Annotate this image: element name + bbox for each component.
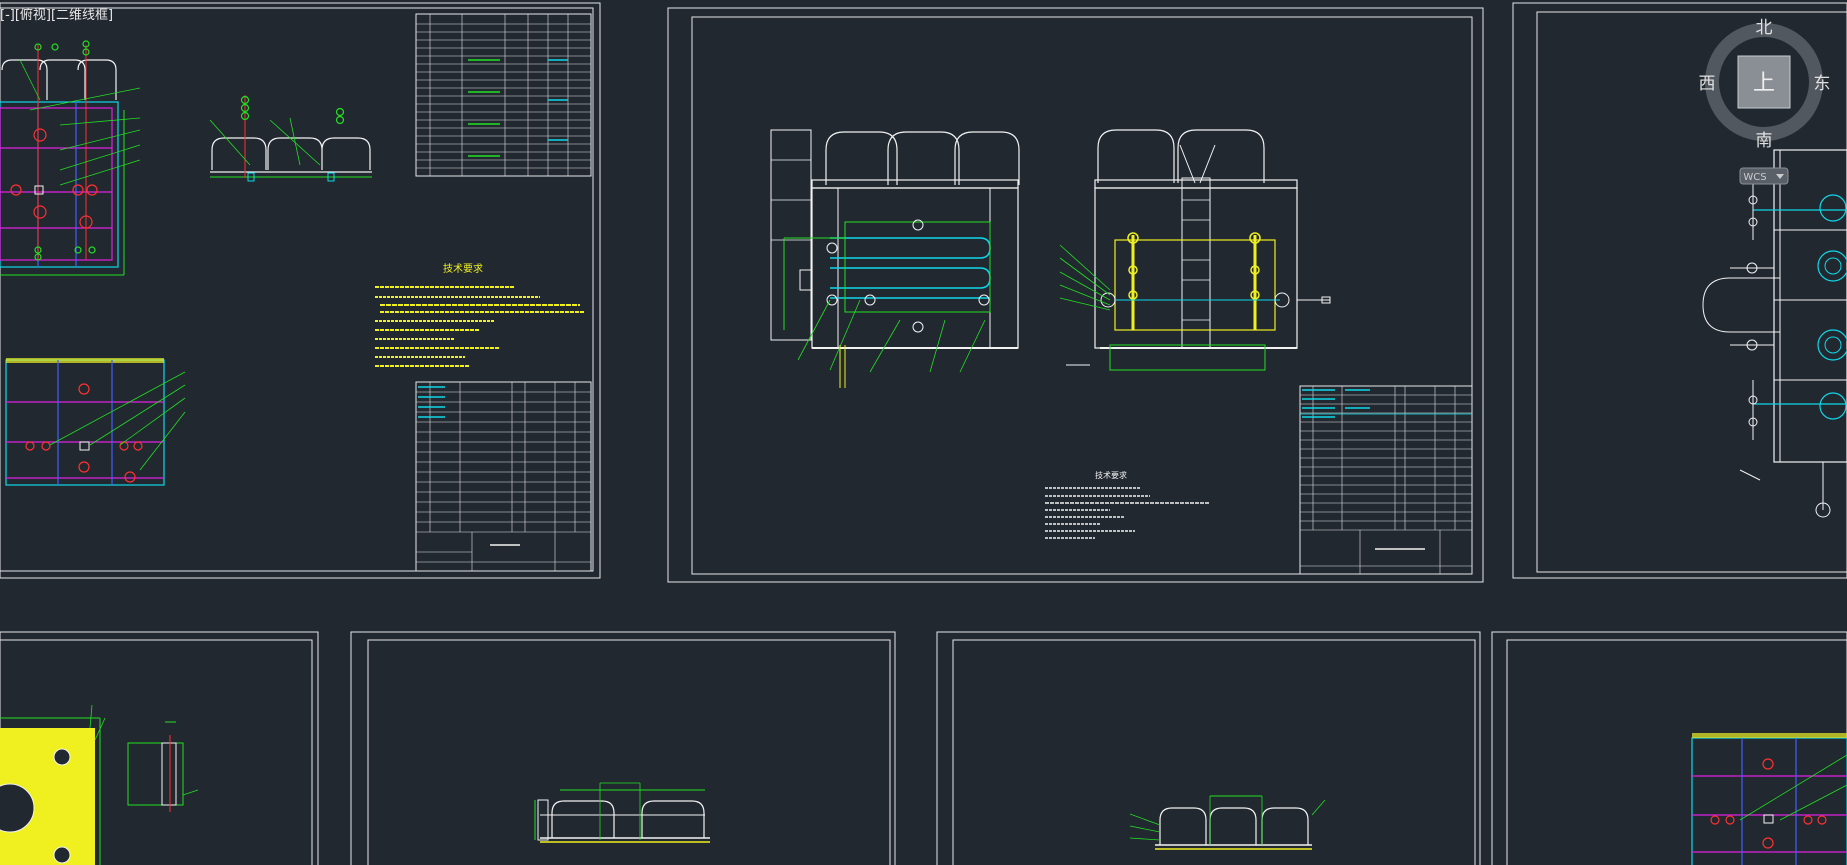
wcs-menu[interactable]: WCS xyxy=(1739,167,1789,185)
model-space: 技术要求 技术要求 xyxy=(0,2,1847,865)
drawing-canvas[interactable]: 技术要求 技术要求 上 北 南 东 西 WCS xyxy=(0,0,1847,865)
technical-requirements-1: 技术要求 xyxy=(375,262,585,367)
viewcube-north-label[interactable]: 北 xyxy=(1756,18,1773,38)
skid-side-view-2 xyxy=(1059,129,1331,371)
skid-top-view xyxy=(5,358,186,486)
drawing-sheet-2: 技术要求 xyxy=(667,7,1484,583)
drawing-sheet-4 xyxy=(0,631,319,865)
drawing-sheet-1: 技术要求 xyxy=(0,2,601,579)
viewcube-east-label[interactable]: 东 xyxy=(1814,74,1831,94)
parts-table-1 xyxy=(415,13,592,177)
tech-req-title-1: 技术要求 xyxy=(443,262,483,275)
viewcube[interactable]: 上 北 南 东 西 WCS xyxy=(1699,18,1831,185)
tech-req-title-2: 技术要求 xyxy=(1095,470,1127,480)
skid-side-view xyxy=(209,95,372,182)
title-block-2 xyxy=(1299,385,1473,575)
wcs-menu-label[interactable]: WCS xyxy=(1743,172,1766,183)
viewcube-west-label[interactable]: 西 xyxy=(1699,74,1716,94)
skid-front-view-2 xyxy=(770,129,1020,388)
title-block-1 xyxy=(415,381,592,572)
drawing-sheet-6 xyxy=(936,631,1481,865)
viewcube-south-label[interactable]: 南 xyxy=(1756,131,1773,151)
drawing-sheet-5 xyxy=(350,631,896,865)
skid-front-view xyxy=(0,40,141,276)
drawing-sheet-7 xyxy=(1491,631,1847,865)
viewport-label[interactable]: [-][俯视][二维线框] xyxy=(0,4,113,23)
technical-requirements-2: 技术要求 xyxy=(1045,470,1210,539)
drawing-sheet-3 xyxy=(1512,2,1847,579)
viewcube-top-label: 上 xyxy=(1753,71,1775,96)
